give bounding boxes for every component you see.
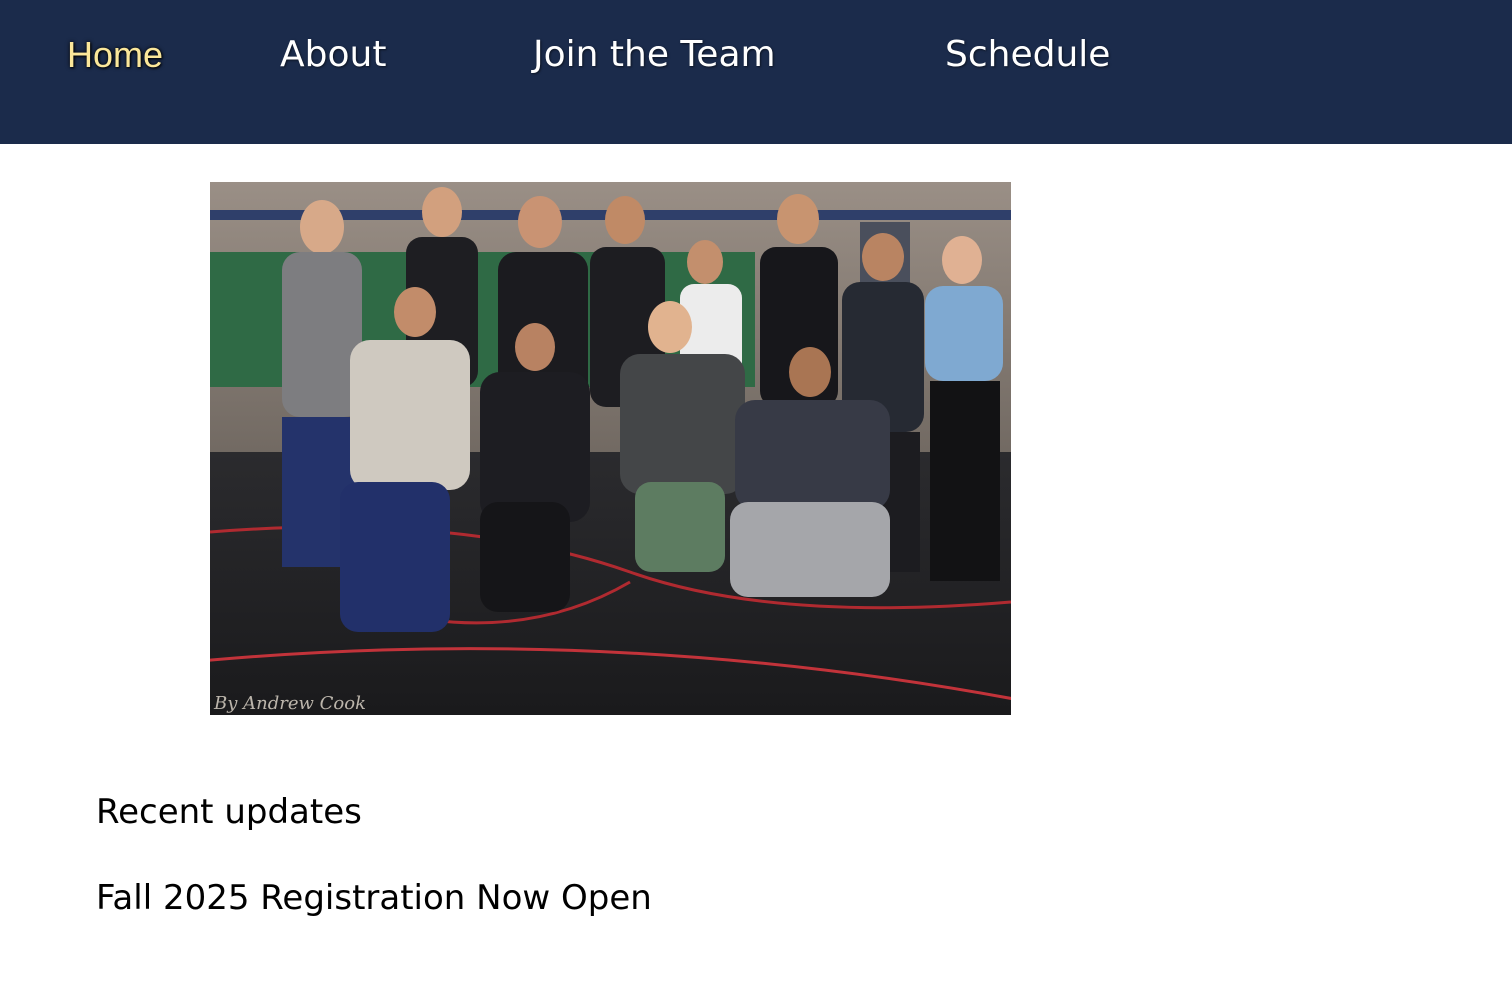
photo-credit: By Andrew Cook [213,693,366,714]
top-navigation-bar: Home About Join the Team Schedule [0,0,1512,144]
team-photo-illustration: By Andrew Cook [210,182,1011,715]
nav-link-home[interactable]: Home [67,33,163,77]
nav-link-schedule[interactable]: Schedule [945,33,1110,77]
nav-link-about[interactable]: About [280,33,386,77]
recent-updates-heading: Recent updates [96,792,362,832]
update-item[interactable]: Fall 2025 Registration Now Open [96,876,652,920]
team-group-photo: By Andrew Cook [210,182,1011,715]
nav-link-join-the-team[interactable]: Join the Team [533,33,776,77]
